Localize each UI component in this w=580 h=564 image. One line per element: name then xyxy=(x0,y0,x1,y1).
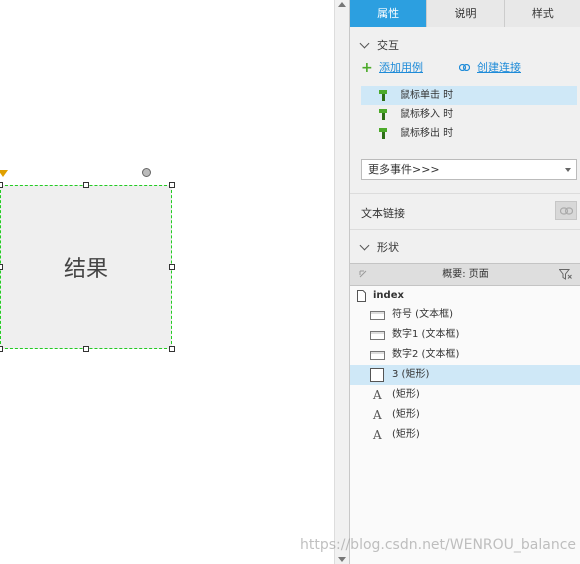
chevron-down-icon xyxy=(359,240,370,251)
interaction-actions: + 添加用例 创建连接 xyxy=(361,61,576,77)
text-label-icon: A xyxy=(373,408,382,422)
result-shape[interactable]: 结果 xyxy=(0,185,172,349)
resize-handle-top-right[interactable] xyxy=(169,182,175,188)
text-link-button[interactable] xyxy=(555,201,577,220)
shape-section-header[interactable]: 形状 xyxy=(359,239,399,255)
text-label-icon: A xyxy=(373,388,382,402)
event-item-mouse-leave[interactable]: 鼠标移出 时 xyxy=(361,124,577,143)
design-canvas[interactable]: 结果 xyxy=(0,0,334,564)
event-label: 鼠标移入 时 xyxy=(400,109,454,120)
link-chain-icon xyxy=(459,64,470,71)
scroll-down-arrow-icon[interactable] xyxy=(338,557,346,562)
scroll-up-arrow-icon[interactable] xyxy=(338,2,346,7)
event-flag-icon xyxy=(379,90,387,101)
tree-item-label: (矩形) xyxy=(392,409,420,420)
divider xyxy=(350,229,580,230)
more-events-dropdown[interactable]: 更多事件>>> xyxy=(361,159,577,180)
tree-item-label: (矩形) xyxy=(392,389,420,400)
resize-handle-middle-right[interactable] xyxy=(169,264,175,270)
anchor-marker-icon xyxy=(0,170,8,177)
tree-item-label: (矩形) xyxy=(392,429,420,440)
interaction-section-title: 交互 xyxy=(377,39,399,52)
event-item-click[interactable]: 鼠标单击 时 xyxy=(361,86,577,105)
outline-tree: index 符号 (文本框) 数字1 (文本框) 数字2 (文本框) 3 (矩形… xyxy=(350,286,580,564)
event-label: 鼠标单击 时 xyxy=(400,90,454,101)
rectangle-icon xyxy=(370,368,384,382)
textbox-icon xyxy=(370,311,385,320)
tree-root-item[interactable]: index xyxy=(350,286,580,306)
text-label-icon: A xyxy=(373,428,382,442)
tree-item[interactable]: 数字1 (文本框) xyxy=(350,325,580,345)
event-label: 鼠标移出 时 xyxy=(400,128,454,139)
outline-header: 概要: 页面 xyxy=(350,263,580,286)
add-case-link[interactable]: 添加用例 xyxy=(379,61,423,75)
text-link-row: 文本链接 xyxy=(361,205,405,221)
inspector-panel: 属性 说明 样式 交互 + 添加用例 创建连接 鼠标单击 时 鼠标移入 时 鼠标… xyxy=(349,0,580,564)
text-link-label: 文本链接 xyxy=(361,207,405,220)
more-events-value: 更多事件>>> xyxy=(368,163,440,176)
tab-style[interactable]: 样式 xyxy=(504,0,580,27)
resize-handle-top-left[interactable] xyxy=(0,182,3,188)
plus-icon: + xyxy=(361,60,373,76)
tab-properties[interactable]: 属性 xyxy=(350,0,428,27)
create-link-link[interactable]: 创建连接 xyxy=(477,61,521,75)
tree-item-label: 数字2 (文本框) xyxy=(392,349,460,360)
textbox-icon xyxy=(370,351,385,360)
resize-handle-bottom-center[interactable] xyxy=(83,346,89,352)
tab-notes[interactable]: 说明 xyxy=(427,0,505,27)
page-icon xyxy=(357,290,366,302)
outline-title: 概要: 页面 xyxy=(442,269,489,280)
resize-handle-bottom-right[interactable] xyxy=(169,346,175,352)
resize-handle-bottom-left[interactable] xyxy=(0,346,3,352)
event-flag-icon xyxy=(379,128,387,139)
resize-handle-top-center[interactable] xyxy=(83,182,89,188)
tree-item[interactable]: 数字2 (文本框) xyxy=(350,345,580,365)
rotate-handle[interactable] xyxy=(142,168,151,177)
tree-item-selected[interactable]: 3 (矩形) xyxy=(350,365,580,385)
event-flag-icon xyxy=(379,109,387,120)
shape-section-title: 形状 xyxy=(377,241,399,254)
tree-item[interactable]: A (矩形) xyxy=(350,425,580,445)
resize-handle-middle-left[interactable] xyxy=(0,264,3,270)
interaction-section-header[interactable]: 交互 xyxy=(359,37,399,53)
tree-item-label: 数字1 (文本框) xyxy=(392,329,460,340)
tree-root-label: index xyxy=(373,290,404,301)
event-item-mouse-enter[interactable]: 鼠标移入 时 xyxy=(361,105,577,124)
link-chain-icon xyxy=(560,207,573,215)
watermark: https://blog.csdn.net/WENROU_balance xyxy=(300,537,577,553)
inspector-tabs: 属性 说明 样式 xyxy=(350,0,580,27)
tree-item-label: 符号 (文本框) xyxy=(392,309,453,320)
canvas-scrollbar[interactable] xyxy=(334,0,349,564)
tree-item[interactable]: A (矩形) xyxy=(350,405,580,425)
chevron-down-icon xyxy=(359,38,370,49)
shape-label: 结果 xyxy=(63,257,108,282)
textbox-icon xyxy=(370,331,385,340)
divider xyxy=(350,193,580,194)
tree-item-label: 3 (矩形) xyxy=(392,369,430,380)
dropdown-arrow-icon xyxy=(565,168,571,172)
tree-item[interactable]: A (矩形) xyxy=(350,385,580,405)
tree-item[interactable]: 符号 (文本框) xyxy=(350,305,580,325)
filter-icon[interactable] xyxy=(559,269,572,280)
